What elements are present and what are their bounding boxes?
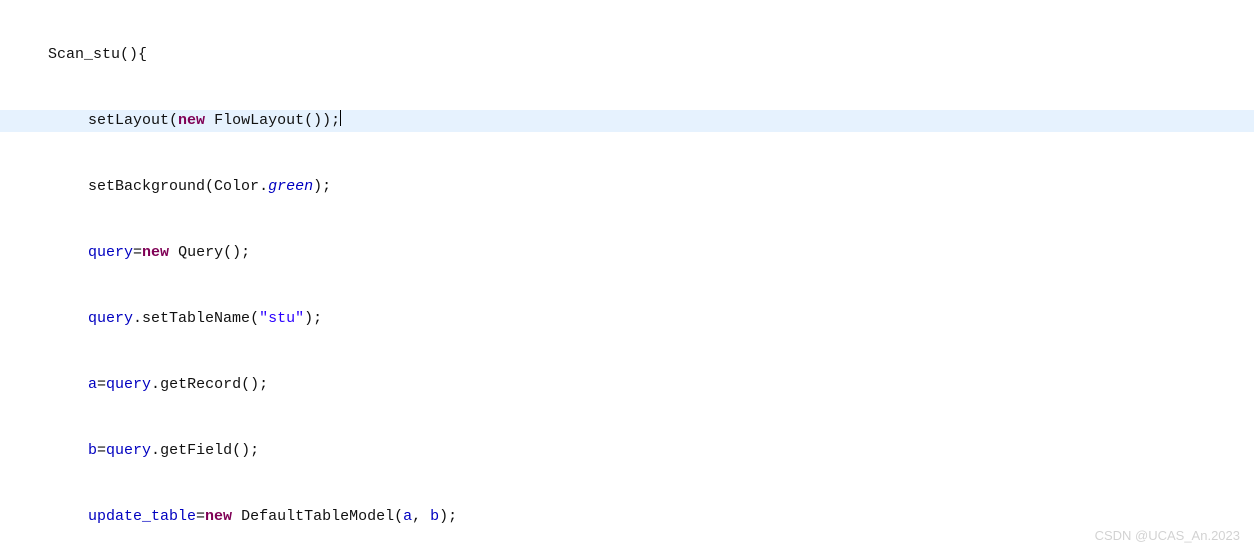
keyword-new: new — [205, 508, 232, 525]
class-name: Query — [178, 244, 223, 261]
method-name: Scan_stu — [48, 46, 120, 63]
code-line: Scan_stu(){ — [0, 44, 1254, 66]
call: getField — [160, 442, 232, 459]
call: setBackground — [88, 178, 205, 195]
code-line: setBackground(Color.green); — [0, 176, 1254, 198]
class-name: FlowLayout — [214, 112, 304, 129]
text-caret — [340, 110, 341, 126]
call: setTableName — [142, 310, 250, 327]
field: b — [88, 442, 97, 459]
field: a — [88, 376, 97, 393]
code-editor: Scan_stu(){ setLayout(new FlowLayout());… — [0, 0, 1254, 553]
field: query — [106, 376, 151, 393]
keyword-new: new — [142, 244, 169, 261]
code-line: query.setTableName("stu"); — [0, 308, 1254, 330]
arg: a — [403, 508, 412, 525]
code-line: query=new Query(); — [0, 242, 1254, 264]
field: query — [106, 442, 151, 459]
class-ref: Color — [214, 178, 259, 195]
code-line: b=query.getField(); — [0, 440, 1254, 462]
arg: b — [430, 508, 439, 525]
static-field: green — [268, 178, 313, 195]
code-line-highlighted: setLayout(new FlowLayout()); — [0, 110, 1254, 132]
field: query — [88, 244, 133, 261]
keyword-new: new — [178, 112, 205, 129]
call: getRecord — [160, 376, 241, 393]
call: setLayout — [88, 112, 169, 129]
field: query — [88, 310, 133, 327]
class-name: DefaultTableModel — [241, 508, 394, 525]
code-line: a=query.getRecord(); — [0, 374, 1254, 396]
field: update_table — [88, 508, 196, 525]
code-line: update_table=new DefaultTableModel(a, b)… — [0, 506, 1254, 528]
string-literal: "stu" — [259, 310, 304, 327]
